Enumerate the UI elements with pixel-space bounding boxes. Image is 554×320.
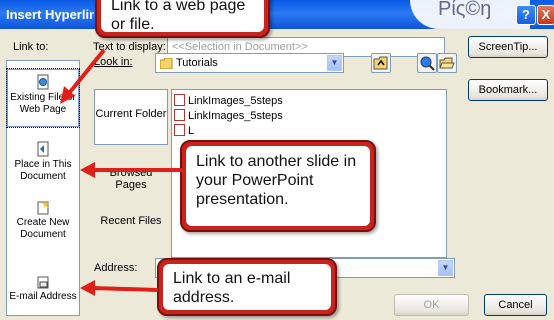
arrow-to-email [80,280,159,296]
annotation-arrows [60,48,182,296]
arrow-to-place-in-document [80,162,182,178]
arrow-to-existing-file [60,48,106,104]
